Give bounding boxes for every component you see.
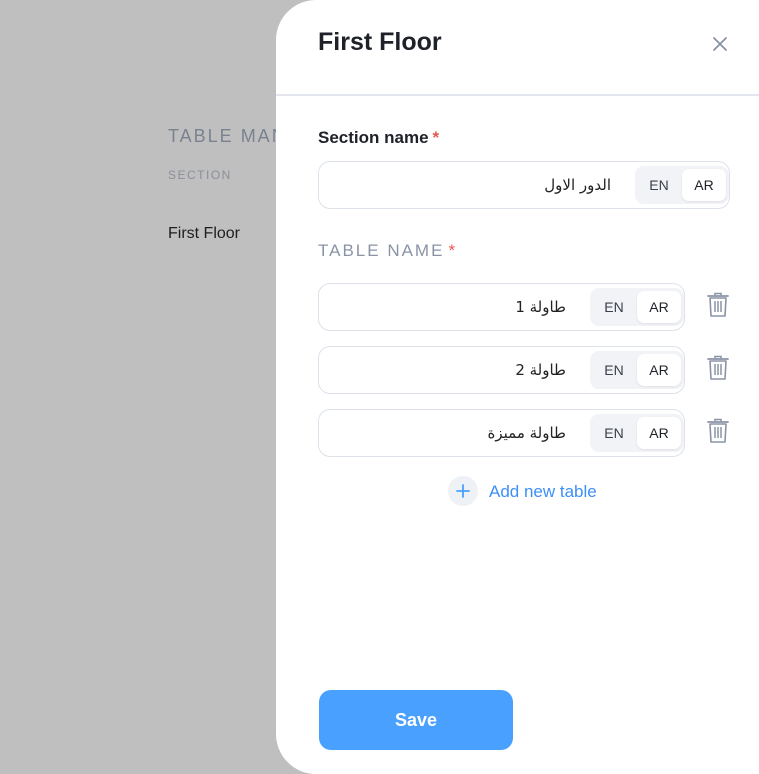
delete-table-button[interactable]: [707, 292, 729, 318]
plus-icon: [456, 484, 470, 498]
table-name-field[interactable]: طاولة 1 EN AR: [318, 283, 685, 331]
table-name-value[interactable]: طاولة 2: [515, 361, 566, 379]
table-language-toggle: EN AR: [590, 351, 684, 389]
table-name-label: TABLE NAME *: [318, 241, 457, 261]
delete-table-button[interactable]: [707, 418, 729, 444]
lang-ar-button[interactable]: AR: [637, 291, 681, 323]
table-name-value[interactable]: طاولة مميزة: [487, 424, 566, 442]
trash-icon: [707, 292, 729, 317]
background-section-column-header: SECTION: [168, 168, 232, 182]
lang-ar-button[interactable]: AR: [637, 354, 681, 386]
lang-ar-button[interactable]: AR: [682, 169, 726, 201]
table-language-toggle: EN AR: [590, 414, 684, 452]
section-name-value[interactable]: الدور الاول: [544, 176, 611, 194]
add-circle: [448, 476, 478, 506]
required-mark: *: [432, 128, 440, 147]
section-name-language-toggle: EN AR: [635, 166, 729, 204]
lang-en-button[interactable]: EN: [592, 417, 636, 449]
drawer-header: First Floor: [276, 0, 759, 96]
trash-icon: [707, 355, 729, 380]
lang-en-button[interactable]: EN: [592, 291, 636, 323]
table-name-field[interactable]: طاولة 2 EN AR: [318, 346, 685, 394]
trash-icon: [707, 418, 729, 443]
lang-ar-button[interactable]: AR: [637, 417, 681, 449]
table-name-value[interactable]: طاولة 1: [515, 298, 566, 316]
section-name-field[interactable]: الدور الاول EN AR: [318, 161, 730, 209]
close-button[interactable]: [708, 32, 732, 56]
drawer-title: First Floor: [318, 28, 442, 56]
required-mark: *: [448, 241, 458, 260]
edit-section-drawer: First Floor Section name * الدور الاول EN…: [276, 0, 759, 774]
table-language-toggle: EN AR: [590, 288, 684, 326]
table-name-field[interactable]: طاولة مميزة EN AR: [318, 409, 685, 457]
delete-table-button[interactable]: [707, 355, 729, 381]
section-name-label: Section name *: [318, 128, 439, 148]
lang-en-button[interactable]: EN: [592, 354, 636, 386]
table-name-label-text: TABLE NAME: [318, 241, 445, 260]
close-icon: [713, 37, 727, 51]
background-section-row[interactable]: First Floor: [168, 225, 240, 243]
save-button[interactable]: Save: [319, 690, 513, 750]
add-new-table-label: Add new table: [489, 482, 597, 501]
lang-en-button[interactable]: EN: [637, 169, 681, 201]
section-name-label-text: Section name: [318, 128, 429, 147]
background-page-title: TABLE MAN: [168, 126, 287, 146]
